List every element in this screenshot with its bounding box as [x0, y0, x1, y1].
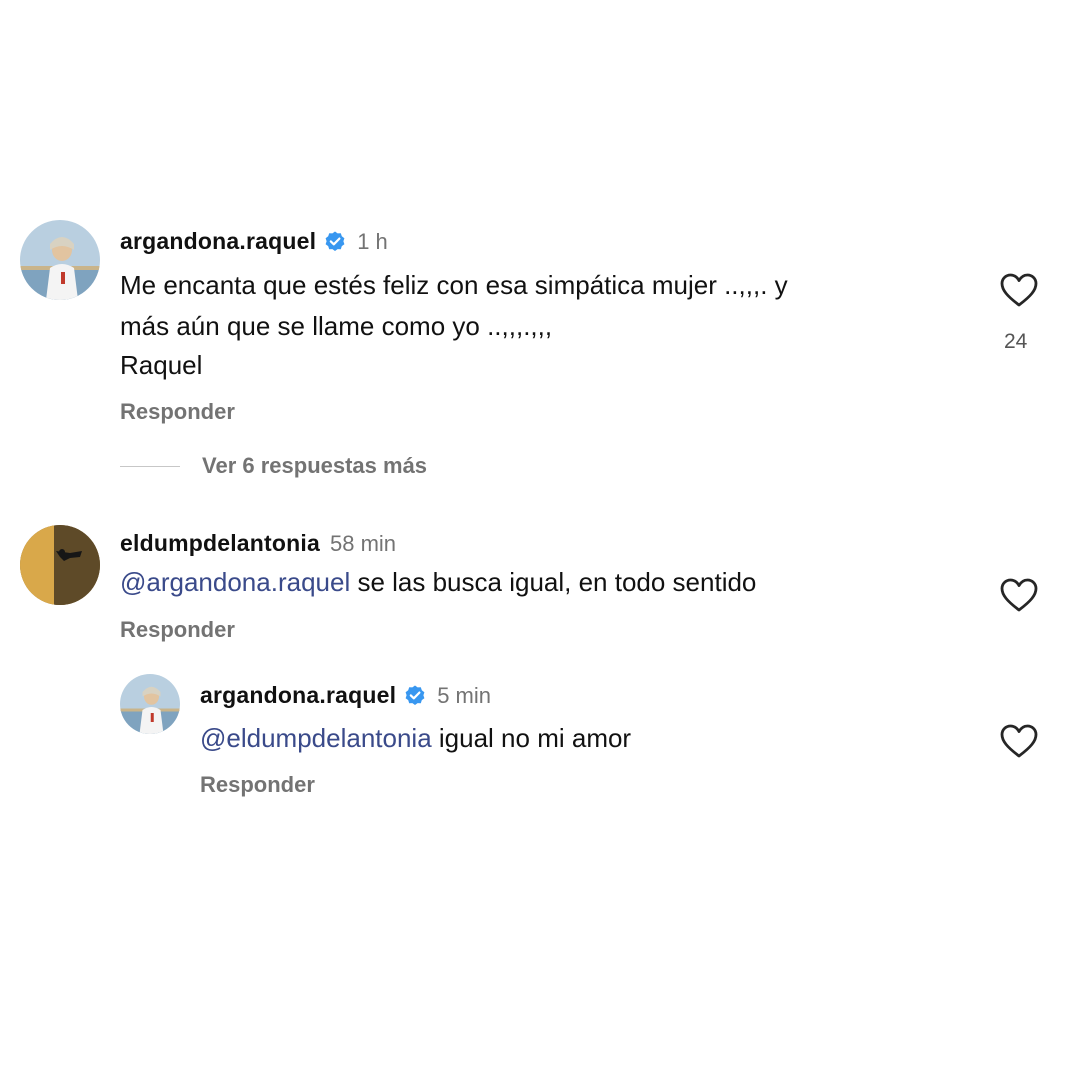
- timestamp: 58 min: [330, 530, 397, 556]
- comment-signature: Raquel: [120, 350, 203, 380]
- comment-body: igual no mi amor: [431, 723, 632, 753]
- comment-text: @eldumpdelantonia igual no mi amor: [200, 719, 631, 758]
- username[interactable]: argandona.raquel: [120, 228, 316, 255]
- comment-header: eldumpdelantonia 58 min: [120, 530, 396, 557]
- view-replies-button[interactable]: Ver 6 respuestas más: [120, 453, 427, 479]
- avatar[interactable]: [20, 220, 100, 300]
- avatar[interactable]: [20, 525, 100, 605]
- comment-header: argandona.raquel 1 h: [120, 228, 388, 255]
- reply-button[interactable]: Responder: [120, 617, 235, 643]
- avatar[interactable]: [120, 674, 180, 734]
- comment-body: se las busca igual, en todo sentido: [350, 567, 757, 597]
- comment-text-line-2: más aún que se llame como yo ..,,,.,,,: [120, 311, 553, 341]
- view-replies-label[interactable]: Ver 6 respuestas más: [202, 453, 427, 479]
- comment-text-line-1: Me encanta que estés feliz con esa simpá…: [120, 270, 788, 300]
- reply-button[interactable]: Responder: [200, 772, 315, 798]
- reply-button[interactable]: Responder: [120, 399, 235, 425]
- verified-badge-icon: [323, 230, 347, 254]
- timestamp: 1 h: [357, 228, 388, 254]
- timestamp: 5 min: [437, 682, 491, 708]
- mention-link[interactable]: @eldumpdelantonia: [200, 723, 432, 753]
- username[interactable]: eldumpdelantonia: [120, 530, 320, 557]
- verified-badge-icon: [403, 684, 427, 708]
- heart-outline-icon[interactable]: [999, 723, 1039, 759]
- comment-text: @argandona.raquel se las busca igual, en…: [120, 563, 756, 602]
- heart-outline-icon[interactable]: [999, 577, 1039, 613]
- heart-outline-icon[interactable]: [999, 272, 1039, 308]
- divider: [120, 465, 180, 467]
- like-count[interactable]: 24: [1004, 330, 1027, 354]
- comment-header: argandona.raquel 5 min: [200, 682, 491, 709]
- username[interactable]: argandona.raquel: [200, 682, 396, 709]
- mention-link[interactable]: @argandona.raquel: [120, 567, 350, 597]
